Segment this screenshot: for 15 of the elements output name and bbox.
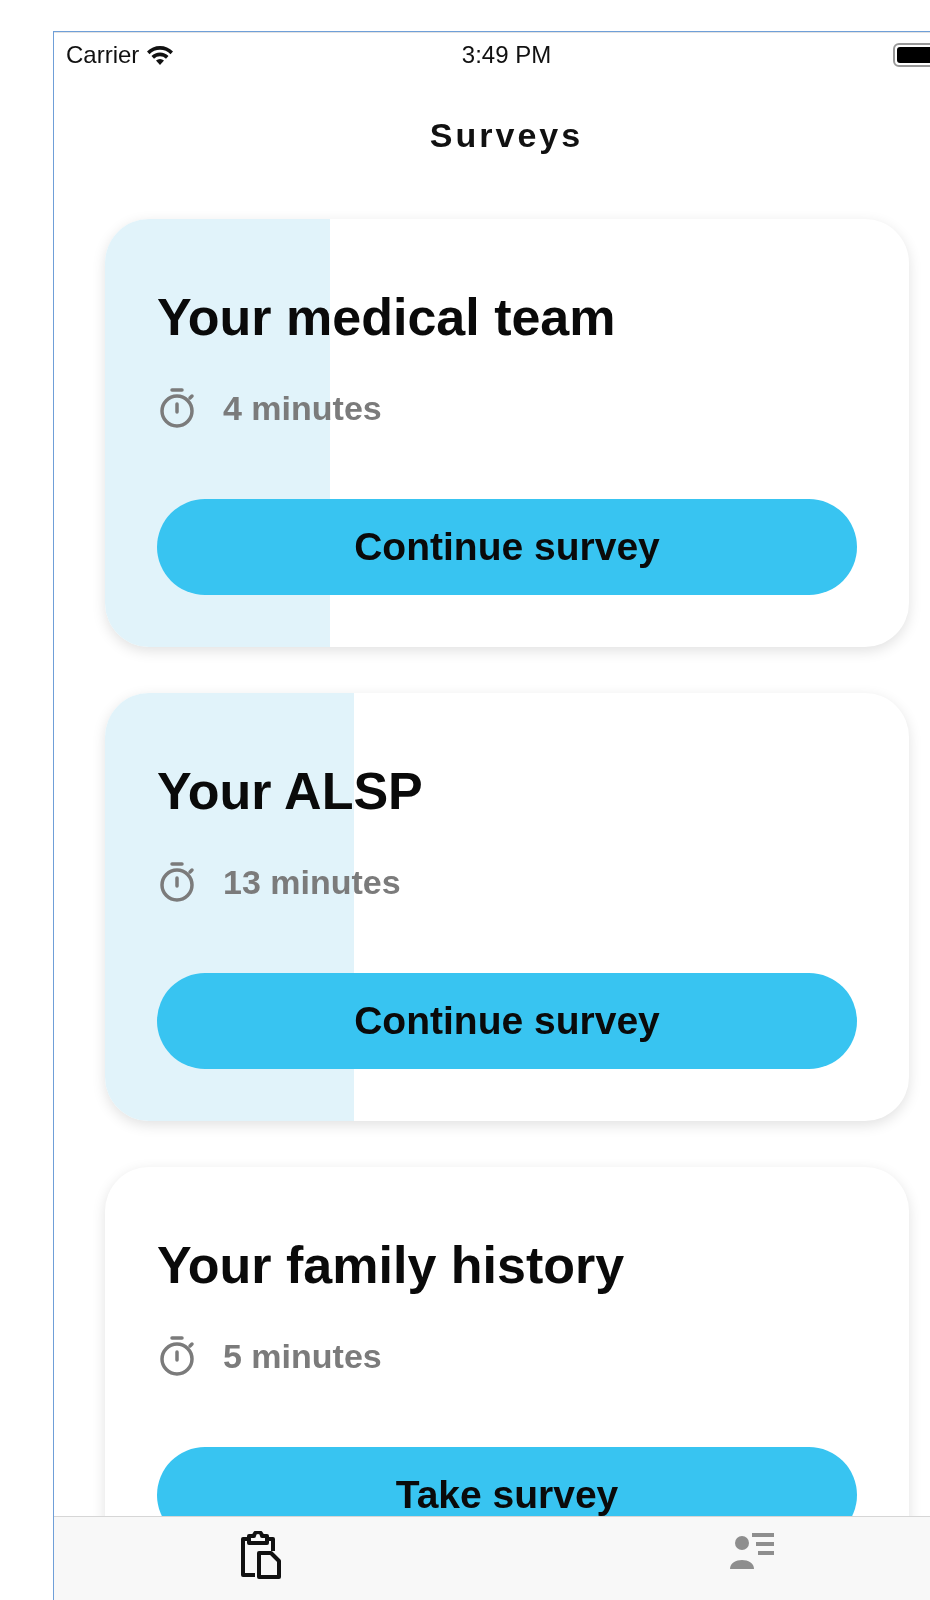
stopwatch-icon xyxy=(157,1335,197,1377)
duration-label: 4 minutes xyxy=(223,388,382,428)
survey-button[interactable]: Continue survey xyxy=(157,499,857,595)
screen-title: Surveys xyxy=(429,115,584,155)
stopwatch-icon xyxy=(157,861,197,903)
clock-time: 3:49 PM xyxy=(461,41,552,69)
carrier-label: Carrier xyxy=(66,41,140,69)
duration-label: 5 minutes xyxy=(223,1336,382,1376)
stopwatch-icon xyxy=(157,387,197,429)
survey-title: Your ALSP xyxy=(157,765,424,817)
survey-button[interactable]: Continue survey xyxy=(157,973,857,1069)
duration-label: 13 minutes xyxy=(223,862,401,902)
survey-button[interactable]: Take survey xyxy=(157,1447,857,1516)
survey-title: Your medical team xyxy=(157,291,617,343)
wifi-icon xyxy=(147,45,174,65)
